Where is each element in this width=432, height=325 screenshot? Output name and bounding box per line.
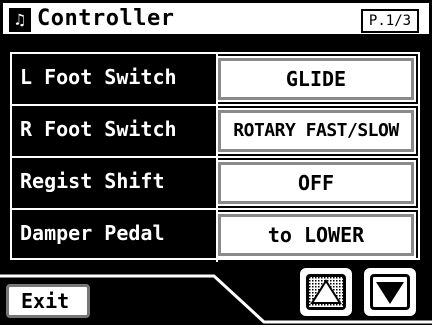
arrow-down-icon: [376, 282, 404, 304]
title-bar: ♫ Controller P.1/3: [0, 0, 432, 37]
param-label: L Foot Switch: [20, 65, 177, 89]
r-foot-switch-value-button[interactable]: ROTARY FAST/SLOW: [216, 108, 416, 154]
param-row-regist-shift: Regist Shift OFF: [12, 158, 418, 210]
page-up-button[interactable]: [300, 268, 352, 316]
regist-shift-value-button[interactable]: OFF: [216, 160, 416, 206]
page-indicator: P.1/3: [361, 9, 419, 33]
exit-button[interactable]: Exit: [6, 284, 90, 318]
page-down-frame: [370, 274, 410, 310]
param-row-r-foot-switch: R Foot Switch ROTARY FAST/SLOW: [12, 106, 418, 158]
page-down-button[interactable]: [364, 268, 416, 316]
param-row-damper-pedal: Damper Pedal to LOWER: [12, 210, 418, 262]
param-label: Regist Shift: [20, 169, 165, 193]
music-note-icon: ♫: [9, 8, 31, 32]
param-row-l-foot-switch: L Foot Switch GLIDE: [12, 54, 418, 106]
parameter-table: L Foot Switch GLIDE R Foot Switch ROTARY…: [10, 52, 420, 262]
l-foot-switch-value-button[interactable]: GLIDE: [216, 56, 416, 102]
footer-bar: Exit: [0, 260, 432, 325]
page-up-frame: [306, 274, 346, 310]
arrow-up-icon: [309, 277, 343, 307]
param-label: R Foot Switch: [20, 117, 177, 141]
param-label: Damper Pedal: [20, 221, 165, 245]
damper-pedal-value-button[interactable]: to LOWER: [216, 212, 416, 258]
controller-screen: ♫ Controller P.1/3 L Foot Switch GLIDE R…: [0, 0, 432, 325]
page-title: Controller: [37, 6, 175, 31]
